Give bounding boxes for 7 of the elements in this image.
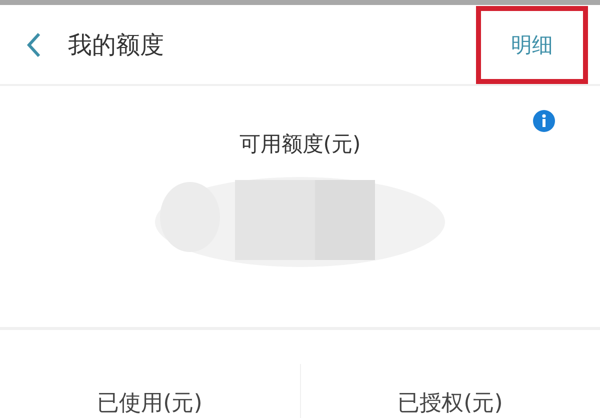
page-title: 我的额度	[68, 30, 164, 61]
stat-label: 已授权(元)	[398, 390, 503, 418]
available-label: 可用额度(元)	[239, 131, 361, 158]
info-icon[interactable]	[533, 110, 555, 132]
back-icon[interactable]	[26, 30, 42, 59]
detail-button[interactable]: 明细	[505, 24, 559, 65]
stat-label: 已使用(元)	[97, 390, 202, 418]
